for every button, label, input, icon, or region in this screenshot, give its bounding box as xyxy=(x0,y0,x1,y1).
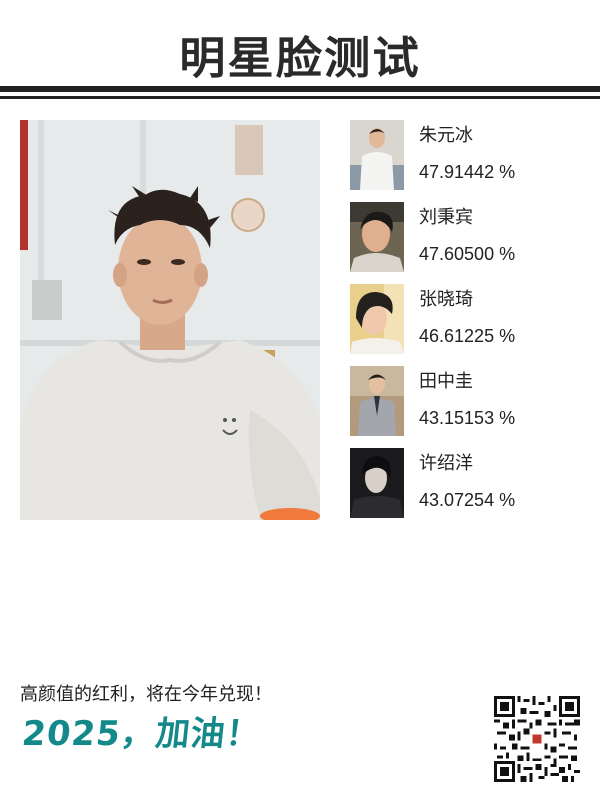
match-thumbnail xyxy=(350,120,404,190)
match-score: 47.60500 % xyxy=(419,244,516,264)
slogan-text: 高颜值的红利，将在今年兑现！ xyxy=(20,684,272,705)
match-result-item[interactable]: 田中圭 43.15153 % xyxy=(350,366,590,438)
user-photo-illustration xyxy=(20,120,320,520)
match-result-item[interactable]: 朱元冰 47.91442 % xyxy=(350,120,590,192)
match-score: 43.15153 % xyxy=(419,408,516,428)
match-score: 46.61225 % xyxy=(419,326,516,346)
header-divider-thin xyxy=(0,96,600,99)
match-name: 田中圭 xyxy=(419,371,473,392)
match-score: 43.07254 % xyxy=(419,490,516,510)
match-result-item[interactable]: 刘秉宾 47.60500 % xyxy=(350,202,590,274)
match-name: 刘秉宾 xyxy=(419,207,473,228)
match-thumbnail xyxy=(350,366,404,436)
cheer-text: 2025，加油！ xyxy=(20,714,263,754)
match-result-item[interactable]: 张晓琦 46.61225 % xyxy=(350,284,590,356)
match-name: 许绍洋 xyxy=(419,453,473,474)
match-thumbnail xyxy=(350,284,404,354)
match-score: 47.91442 % xyxy=(419,162,516,182)
match-result-item[interactable]: 许绍洋 43.07254 % xyxy=(350,448,590,520)
match-thumbnail xyxy=(350,448,404,518)
page-title: 明星脸测试 xyxy=(179,33,421,84)
user-photo xyxy=(20,120,320,520)
match-name: 张晓琦 xyxy=(419,289,473,310)
header-divider-thick xyxy=(0,86,600,92)
match-thumbnail xyxy=(350,202,404,272)
qr-code-icon[interactable] xyxy=(494,696,580,782)
match-name: 朱元冰 xyxy=(419,125,473,146)
